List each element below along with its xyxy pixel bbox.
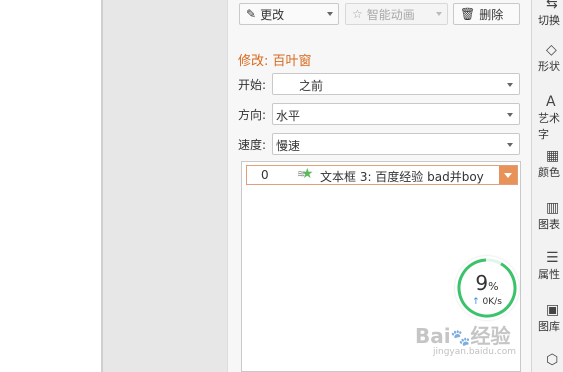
wordart-icon: A (546, 94, 556, 110)
sidebar-item-wordart[interactable]: A 艺术字 (538, 94, 563, 142)
item-dropdown-button[interactable] (499, 166, 517, 184)
start-value: 之前 (299, 79, 324, 93)
start-select[interactable]: 之前 (272, 73, 520, 95)
sidebar-item-label: 切换 (538, 14, 560, 27)
speed-percent-sign: % (488, 280, 499, 293)
gallery-icon: ▣ (546, 302, 560, 318)
chart-icon: ▥ (546, 200, 560, 216)
speed-value: 慢速 (276, 139, 301, 153)
sidebar-item-properties[interactable]: ☰ 属性 (538, 250, 563, 282)
sidebar-item-label: 颜色 (538, 166, 560, 179)
trash-icon: 🗑 (460, 7, 476, 21)
change-button-label: 更改 (260, 7, 285, 22)
watermark-logo: Bai🐾经验 (415, 324, 511, 348)
sidebar-item-label: 艺术字 (538, 112, 560, 141)
sidebar-item-shapes[interactable]: ◇ 形状 (538, 42, 563, 74)
direction-value: 水平 (276, 109, 301, 123)
color-icon: ▦ (546, 148, 560, 164)
workspace-gutter (103, 0, 227, 372)
watermark-brand2: 经验 (470, 324, 511, 348)
smart-animation-button[interactable]: ☆ 智能动画 (345, 3, 448, 25)
animation-name: 文本框 3: 百度经验 bad并boy (320, 170, 484, 184)
chevron-down-icon (507, 143, 513, 147)
star-icon: ☆ (352, 7, 363, 21)
speed-percent-value: 9 (475, 271, 489, 295)
chevron-down-icon (507, 113, 513, 117)
direction-select[interactable]: 水平 (272, 103, 520, 125)
animation-order: 0 (261, 168, 269, 182)
change-button[interactable]: ✎ 更改 (239, 3, 339, 25)
network-speed-widget[interactable]: 9% ↑ 0K/s (455, 256, 519, 320)
sidebar-item-label: 属性 (538, 268, 560, 281)
speed-label: 速度: (238, 138, 267, 152)
delete-button-label: 删除 (479, 7, 504, 22)
watermark-url: jingyan.baidu.com (433, 347, 517, 357)
chevron-down-icon (327, 12, 333, 16)
upload-arrow-icon: ↑ (472, 297, 480, 307)
chevron-down-icon (436, 12, 442, 16)
speed-select[interactable]: 慢速 (272, 133, 520, 155)
sidebar-item-chart[interactable]: ▥ 图表 (538, 200, 563, 232)
properties-icon: ☰ (546, 250, 559, 266)
chevron-down-icon (507, 83, 513, 87)
sidebar-item-transition[interactable]: ⇆ 切换 (538, 0, 563, 28)
start-label: 开始: (238, 78, 267, 92)
sidebar-item-label: 图表 (538, 218, 560, 231)
sidebar-item-more[interactable]: ⬡ (538, 352, 563, 368)
delete-button[interactable]: 🗑 删除 (453, 3, 520, 25)
effect-title: 修改: 百叶窗 (238, 54, 312, 69)
sidebar-item-color[interactable]: ▦ 颜色 (538, 148, 563, 180)
hexagon-icon: ⬡ (546, 352, 559, 368)
sidebar-item-label: 形状 (538, 60, 560, 73)
document-canvas[interactable] (0, 0, 101, 372)
speed-percent: 9% (455, 271, 519, 295)
effect-star-icon: ★ (301, 166, 314, 182)
speed-rate: ↑ 0K/s (455, 297, 519, 307)
pencil-icon: ✎ (246, 7, 257, 21)
sidebar-item-label: 图库 (538, 320, 560, 333)
speed-rate-value: 0K/s (482, 297, 502, 307)
watermark-brand: Bai (415, 324, 451, 348)
shapes-icon: ◇ (546, 42, 557, 58)
direction-label: 方向: (238, 108, 267, 122)
smart-animation-label: 智能动画 (366, 7, 415, 22)
transition-icon: ⇆ (546, 0, 558, 12)
list-item[interactable]: 0 ≋ ★ 文本框 3: 百度经验 bad并boy (246, 165, 518, 185)
sidebar-item-gallery[interactable]: ▣ 图库 (538, 302, 563, 334)
